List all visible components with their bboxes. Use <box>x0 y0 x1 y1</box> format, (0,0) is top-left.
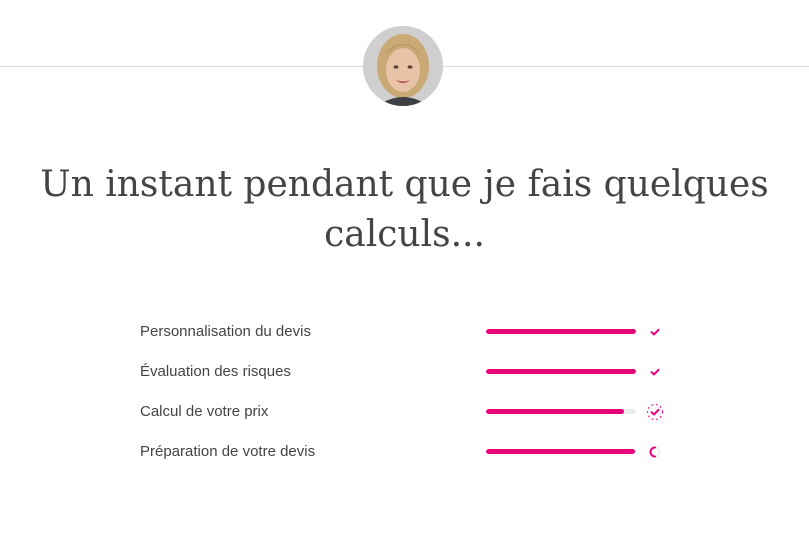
step-label: Évaluation des risques <box>140 363 291 380</box>
step-row: Préparation de votre devis <box>140 432 680 472</box>
progress-bar-fill <box>486 409 624 414</box>
spinner-icon <box>646 443 664 461</box>
page-title: Un instant pendant que je fais quelques … <box>40 164 769 255</box>
progress-steps-list: Personnalisation du devis Évaluation des… <box>140 312 680 472</box>
progress-bar <box>486 369 636 374</box>
progress-bar-fill <box>486 449 635 454</box>
progress-bar-fill <box>486 369 636 374</box>
progress-bar <box>486 409 636 414</box>
check-icon <box>646 363 664 381</box>
avatar <box>363 26 443 106</box>
progress-bar <box>486 329 636 334</box>
loading-page: Un instant pendant que je fais quelques … <box>0 0 809 535</box>
check-loading-icon <box>646 403 664 421</box>
step-row: Évaluation des risques <box>140 352 680 392</box>
step-label: Calcul de votre prix <box>140 403 269 420</box>
progress-bar <box>486 449 636 454</box>
step-label: Personnalisation du devis <box>140 323 311 340</box>
step-row: Personnalisation du devis <box>140 312 680 352</box>
progress-bar-fill <box>486 329 636 334</box>
step-label: Préparation de votre devis <box>140 443 316 460</box>
check-icon <box>646 323 664 341</box>
avatar-photo <box>363 26 443 106</box>
step-row: Calcul de votre prix <box>140 392 680 432</box>
